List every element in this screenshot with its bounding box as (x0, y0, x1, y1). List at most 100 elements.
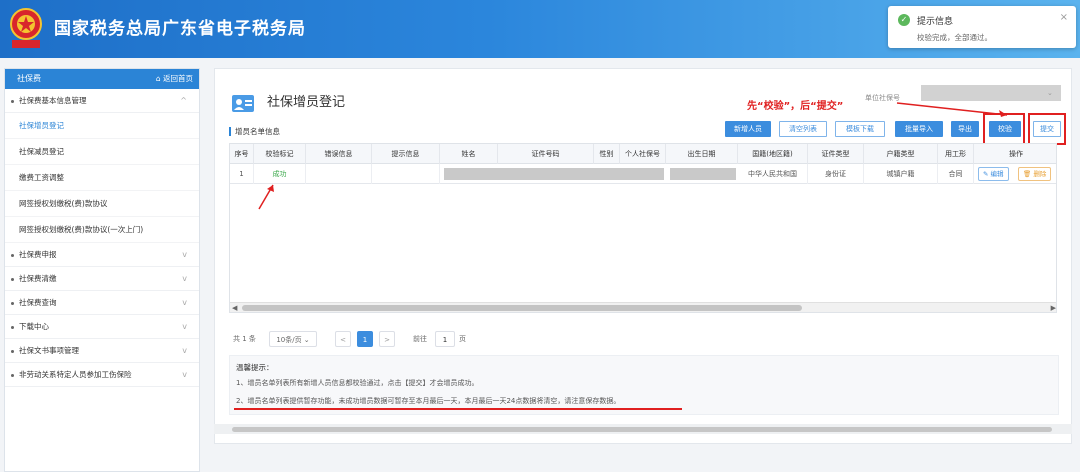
sidebar: 社保费 ⌂ 返回首页 社保费基本信息管理 ^ 社保增员登记 社保减员登记 缴费工… (4, 68, 200, 472)
home-link-label: 返回首页 (163, 74, 193, 83)
sidebar-item-wage-adjust[interactable]: 缴费工资调整 (5, 165, 199, 191)
add-member-button[interactable]: 新增人员 (725, 121, 771, 137)
tax-emblem-icon (10, 8, 42, 48)
sidebar-group-label: 社保费查询 (19, 298, 57, 307)
col-household-type: 户籍类型 (864, 144, 938, 164)
row-id-type: 身份证 (808, 164, 864, 184)
chevron-down-icon: v (182, 322, 187, 331)
goto-label: 前往 (413, 335, 427, 343)
delete-button[interactable]: 🗑 删除 (1018, 167, 1052, 181)
sidebar-group-label: 社保费基本信息管理 (19, 96, 87, 105)
total-count: 共 1 条 (233, 335, 256, 343)
table-horizontal-scrollbar[interactable]: ◀ ▶ (230, 302, 1056, 312)
sidebar-group-query[interactable]: 社保费查询 v (5, 291, 199, 315)
export-button[interactable]: 导出 (951, 121, 979, 137)
scrollbar-thumb[interactable] (232, 427, 1052, 432)
row-household-type: 城镇户籍 (864, 164, 938, 184)
toast-message: 校验完成，全部通过。 (917, 33, 992, 42)
batch-import-button[interactable]: 批量导入 (895, 121, 943, 137)
sidebar-item-auth-agreement[interactable]: 网签授权划缴税(费)款协议 (5, 191, 199, 217)
scroll-left-icon[interactable]: ◀ (232, 303, 237, 312)
goto-suffix: 页 (459, 335, 466, 343)
chevron-down-icon: ⌄ (1047, 89, 1053, 97)
sidebar-group-documents[interactable]: 社保文书事项管理 v (5, 339, 199, 363)
sidebar-group-download[interactable]: 下载中心 v (5, 315, 199, 339)
sidebar-group-settle[interactable]: 社保费清缴 v (5, 267, 199, 291)
col-id-type: 证件类型 (808, 144, 864, 164)
member-table: 序号 校验标记 错误信息 提示信息 姓名 证件号码 性别 个人社保号 出生日期 … (229, 143, 1057, 313)
edit-label: 编辑 (990, 170, 1004, 178)
sidebar-item-auth-agreement-onsite[interactable]: 网签授权划缴税(费)款协议(一次上门) (5, 217, 199, 243)
col-birth-date: 出生日期 (666, 144, 738, 164)
col-employment-type: 用工形 (938, 144, 974, 164)
template-download-button[interactable]: 模板下载 (835, 121, 885, 137)
sidebar-group-label: 社保费申报 (19, 250, 57, 259)
sidebar-group-declare[interactable]: 社保费申报 v (5, 243, 199, 267)
col-status: 校验标记 (254, 144, 306, 164)
annotation-arrow-icon (258, 184, 274, 210)
success-check-icon: ✓ (898, 14, 910, 26)
row-employment-type: 合同 (938, 164, 974, 184)
validate-highlight-box (983, 113, 1025, 145)
goto-page-input[interactable]: 1 (435, 331, 455, 347)
chevron-down-icon: v (182, 370, 187, 379)
sidebar-group-label: 社保文书事项管理 (19, 346, 79, 355)
tip-line-1: 1、增员名单列表所有新增人员信息都校验通过，点击【提交】才会增员成功。 (236, 379, 479, 387)
row-error (306, 164, 372, 184)
col-error: 错误信息 (306, 144, 372, 164)
sidebar-group-injury-insurance[interactable]: 非劳动关系特定人员参加工伤保险 v (5, 363, 199, 387)
col-hint: 提示信息 (372, 144, 440, 164)
tip-line-2: 2、增员名单列表提供暂存功能，未成功增员数据可暂存至本月最后一天，本月最后一天2… (236, 397, 621, 405)
page-size-select[interactable]: 10条/页 ⌄ (269, 331, 317, 347)
sidebar-group-label: 非劳动关系特定人员参加工伤保险 (19, 370, 132, 379)
page-title: 社保增员登记 (267, 95, 346, 110)
chevron-down-icon: v (182, 274, 187, 283)
tips-panel: 温馨提示： 1、增员名单列表所有新增人员信息都校验通过，点击【提交】才会增员成功… (229, 355, 1059, 415)
sidebar-group-label: 下载中心 (19, 322, 49, 331)
scroll-right-icon[interactable]: ▶ (1051, 303, 1056, 312)
sidebar-item-remove-member[interactable]: 社保减员登记 (5, 139, 199, 165)
page-1-button[interactable]: 1 (357, 331, 373, 347)
user-card-icon (232, 95, 254, 112)
col-nationality: 国籍(地区籍) (738, 144, 808, 164)
row-index: 1 (230, 164, 254, 184)
sidebar-group-basic-info[interactable]: 社保费基本信息管理 ^ (5, 89, 199, 113)
chevron-down-icon: v (182, 250, 187, 259)
edit-button[interactable]: ✎ 编辑 (978, 167, 1009, 181)
col-actions: 操作 (1009, 150, 1023, 158)
next-page-button[interactable]: > (379, 331, 395, 347)
col-index: 序号 (230, 144, 254, 164)
col-id-number: 证件号码 (498, 144, 594, 164)
chevron-up-icon: ^ (180, 96, 187, 105)
scrollbar-thumb[interactable] (242, 305, 802, 311)
chevron-down-icon: v (182, 298, 187, 307)
table-row: 1 成功 中华人民共和国 身份证 城镇户籍 合同 ✎ 编辑 🗑 删除 (230, 164, 1056, 184)
main-panel: 社保增员登记 先“校验”，后“提交” 单位社保号 ⌄ 增员名单信息 新增人员 清… (214, 68, 1072, 444)
chevron-down-icon: v (182, 346, 187, 355)
tips-heading: 温馨提示： (236, 363, 274, 372)
redacted-birth-date (670, 168, 736, 180)
row-nationality: 中华人民共和国 (738, 164, 808, 184)
page-horizontal-scrollbar[interactable] (214, 424, 1072, 434)
delete-label: 删除 (1033, 170, 1047, 178)
row-hint (372, 164, 440, 184)
toast-title: 提示信息 (917, 17, 954, 27)
table-header: 序号 校验标记 错误信息 提示信息 姓名 证件号码 性别 个人社保号 出生日期 … (230, 144, 1056, 164)
home-link[interactable]: ⌂ 返回首页 (156, 69, 193, 89)
submit-highlight-box (1028, 113, 1066, 145)
toast-notification: ✓ 提示信息 校验完成，全部通过。 × (888, 6, 1076, 48)
annotation-underline (234, 408, 682, 410)
prev-page-button[interactable]: < (335, 331, 351, 347)
col-gender: 性别 (594, 144, 620, 164)
col-personal-ss-number: 个人社保号 (620, 144, 666, 164)
page-size-value: 10条/页 (276, 336, 302, 344)
close-icon[interactable]: × (1060, 12, 1068, 23)
sidebar-header: 社保费 ⌂ 返回首页 (5, 69, 199, 89)
col-name: 姓名 (440, 144, 498, 164)
clear-list-button[interactable]: 清空列表 (779, 121, 827, 137)
list-title: 增员名单信息 (229, 127, 280, 136)
annotation-text: 先“校验”，后“提交” (747, 101, 844, 112)
sidebar-group-label: 社保费清缴 (19, 274, 57, 283)
sidebar-item-add-member[interactable]: 社保增员登记 (5, 113, 199, 139)
site-title: 国家税务总局广东省电子税务局 (54, 19, 306, 39)
